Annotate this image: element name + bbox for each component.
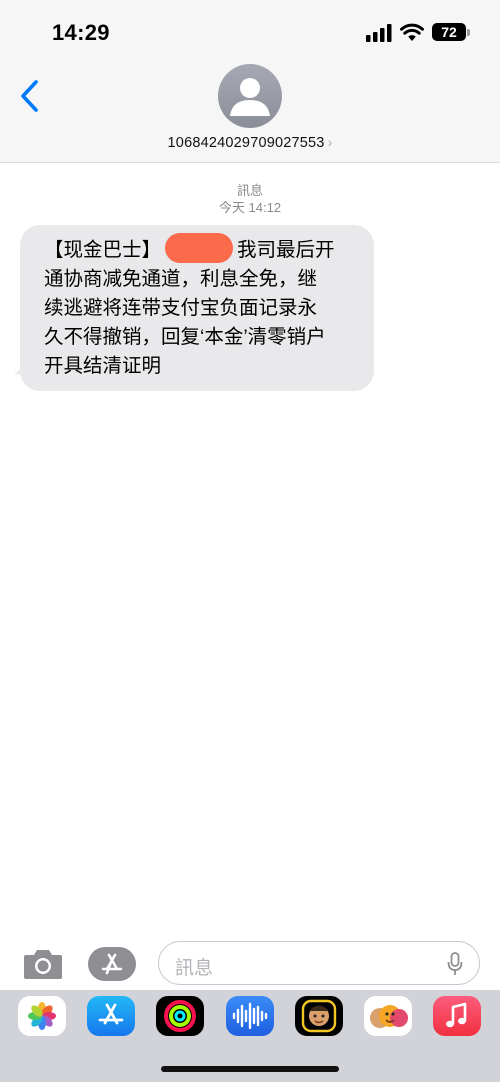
wifi-icon <box>400 23 424 41</box>
chevron-left-icon[interactable] <box>16 78 44 114</box>
waveform <box>232 1002 268 1030</box>
audio-message-icon[interactable] <box>226 996 274 1036</box>
photos-icon[interactable] <box>18 996 66 1036</box>
app-store-glyph <box>98 1003 124 1025</box>
home-indicator[interactable] <box>161 1066 339 1072</box>
message-input-placeholder: 訊息 <box>175 958 214 979</box>
person-icon <box>230 78 270 116</box>
message-line: 【现金巴士】 <box>44 239 162 261</box>
message-input[interactable]: 訊息 <box>158 941 480 985</box>
memoji-face <box>301 999 337 1033</box>
avatar[interactable] <box>218 64 282 128</box>
battery-tip <box>467 29 470 36</box>
contact-number: 1068424029709027553 <box>167 135 325 151</box>
microphone-icon[interactable] <box>447 952 463 976</box>
fitness-rings <box>164 1000 196 1032</box>
music-icon[interactable] <box>433 996 481 1036</box>
battery-icon: 72 <box>432 23 466 41</box>
app-drawer <box>0 990 500 1082</box>
app-store-button[interactable] <box>88 947 136 981</box>
chevron-right-icon: › <box>327 134 333 150</box>
animoji-faces <box>370 1005 408 1028</box>
animoji-icon[interactable] <box>364 996 412 1036</box>
message-timestamp: 今天 14:12 <box>218 200 282 215</box>
camera-icon[interactable] <box>22 946 64 982</box>
message-line: 通协商减免通道，利息全免，继 <box>44 268 318 290</box>
music-note <box>446 1002 467 1028</box>
message-line: 久不得撤销，回复‘本金’清零销户 <box>44 326 326 348</box>
conversation-header: 1068424029709027553 › <box>0 64 500 163</box>
message-line: 续逃避将连带支付宝负面记录永 <box>44 297 318 319</box>
redaction-mark <box>165 233 234 263</box>
contact-name-button[interactable]: 1068424029709027553 › <box>0 134 500 151</box>
message-line: 开具结清证明 <box>44 355 162 377</box>
fitness-icon[interactable] <box>156 996 204 1036</box>
status-bar: 14:29 72 <box>0 0 500 64</box>
incoming-message-bubble[interactable]: 【现金巴士】 我司最后开 通协商减免通道，利息全免，继 续逃避将连带支付宝负面记录… <box>20 225 374 391</box>
signal-icon <box>366 24 392 42</box>
memoji-icon[interactable] <box>295 996 343 1036</box>
app-store-icon <box>101 953 123 975</box>
status-time: 14:29 <box>52 20 110 45</box>
photos-flower <box>28 1002 56 1030</box>
message-line: 我司最后开 <box>237 239 335 261</box>
message-composer: 訊息 <box>0 938 500 990</box>
battery-level: 72 <box>441 24 457 40</box>
app-store-icon[interactable] <box>87 996 135 1036</box>
